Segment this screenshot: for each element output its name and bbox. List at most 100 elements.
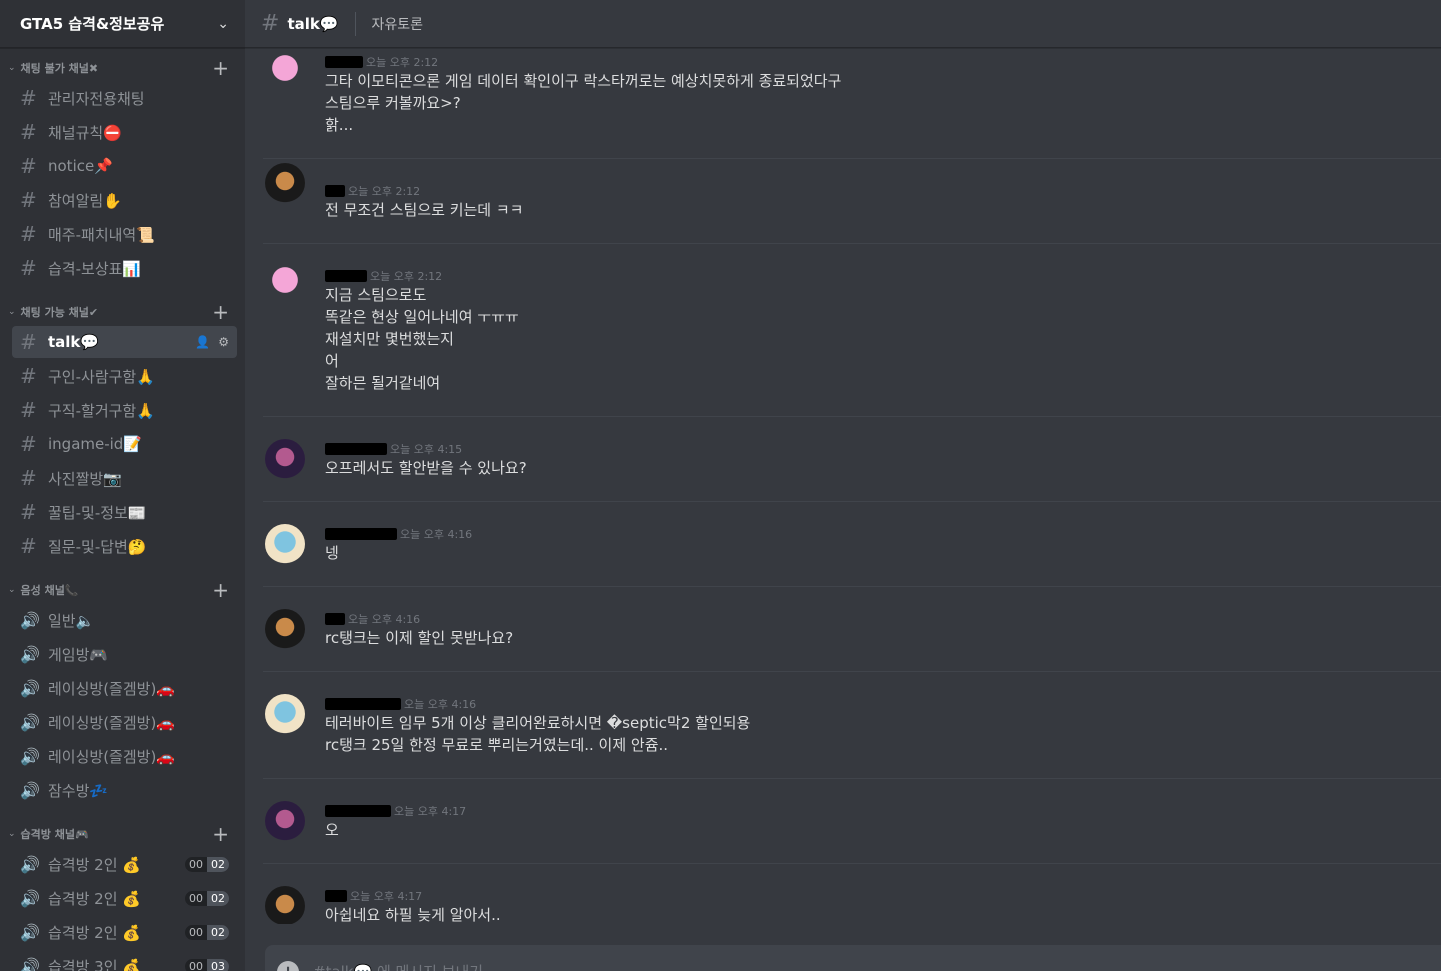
avatar[interactable] bbox=[265, 609, 305, 649]
voice-channel-racing-2[interactable]: 🔊 레이싱방(즐겜방)🚗 bbox=[12, 706, 237, 738]
channel-tips[interactable]: # 꿀팁-및-정보📰 bbox=[12, 496, 237, 528]
message-line: 아쉽네요 하필 늦게 알아서.. bbox=[325, 906, 501, 924]
add-attachment-icon[interactable]: + bbox=[277, 961, 299, 971]
voice-channel-afk[interactable]: 🔊 잠수방💤 bbox=[12, 774, 237, 806]
message-line: 테러바이트 임무 5개 이상 클리어완료하시면 �septic막2 할인되용 bbox=[325, 714, 751, 732]
channel-rules[interactable]: # 채널규칙⛔ bbox=[12, 116, 237, 148]
message-line: 잘하믄 될거같네여 bbox=[325, 374, 441, 392]
message: 오늘 오후 2:12 그타 이모티콘으론 게임 데이터 확인이구 락스타꺼로는 … bbox=[263, 48, 1441, 159]
redacted-username bbox=[325, 613, 345, 625]
voice-channel-game[interactable]: 🔊 게임방🎮 bbox=[12, 638, 237, 670]
category-voice[interactable]: ⌄ 음성 채널📞 + bbox=[0, 578, 245, 602]
avatar[interactable] bbox=[265, 524, 305, 564]
user-limit: 03 bbox=[207, 958, 229, 971]
message-line: 전 무조건 스팀으로 키는데 ㅋㅋ bbox=[325, 201, 524, 219]
channel-title: talk💬 bbox=[287, 14, 339, 33]
voice-channel-heist-2[interactable]: 🔊 습격방 2인 💰 00 02 bbox=[12, 882, 237, 914]
speaker-icon: 🔊 bbox=[20, 746, 40, 766]
category-label: 채팅 가능 채널✔ bbox=[20, 306, 99, 319]
channel-lfg[interactable]: # 구인-사람구함🙏 bbox=[12, 360, 237, 392]
timestamp: 오늘 오후 4:16 bbox=[404, 698, 477, 711]
user-count-badge: 00 02 bbox=[185, 890, 229, 906]
hash-icon: # bbox=[20, 500, 37, 524]
timestamp: 오늘 오후 2:12 bbox=[366, 56, 439, 69]
voice-channel-heist-4[interactable]: 🔊 습격방 3인 💰 00 03 bbox=[12, 950, 237, 971]
user-count-badge: 00 02 bbox=[185, 924, 229, 940]
message: 오늘 오후 2:12 전 무조건 스팀으로 키는데 ㅋㅋ bbox=[263, 159, 1441, 244]
avatar[interactable] bbox=[265, 264, 305, 304]
avatar[interactable] bbox=[265, 886, 305, 924]
category-chat-disabled[interactable]: ⌄ 채팅 불가 채널✖ + bbox=[0, 56, 245, 80]
speaker-icon: 🔊 bbox=[20, 888, 40, 908]
add-channel-icon[interactable]: + bbox=[212, 302, 229, 322]
channel-label: 게임방🎮 bbox=[48, 645, 109, 664]
user-limit: 02 bbox=[207, 924, 229, 940]
avatar[interactable] bbox=[265, 801, 305, 841]
message-input[interactable] bbox=[313, 963, 1013, 971]
speaker-icon: 🔊 bbox=[20, 610, 40, 630]
chevron-down-icon[interactable]: ⌄ bbox=[217, 16, 229, 32]
avatar[interactable] bbox=[265, 163, 305, 203]
hash-icon: # bbox=[20, 364, 37, 388]
invite-user-icon[interactable]: 👤 bbox=[195, 335, 210, 349]
category-heist[interactable]: ⌄ 습격방 채널🎮 + bbox=[0, 822, 245, 846]
channel-label: 매주-패치내역📜 bbox=[48, 225, 155, 244]
user-count: 00 bbox=[185, 958, 207, 971]
chevron-down-icon: ⌄ bbox=[8, 63, 16, 73]
channel-heist-rewards[interactable]: # 습격-보상표📊 bbox=[12, 252, 237, 284]
message-line: 재설치만 몇번했는지 bbox=[325, 330, 454, 348]
avatar[interactable] bbox=[265, 694, 305, 734]
message-composer: + bbox=[265, 945, 1441, 971]
message-line: 오 bbox=[325, 821, 339, 839]
hash-icon: # bbox=[20, 222, 37, 246]
add-channel-icon[interactable]: + bbox=[212, 580, 229, 600]
channel-label: 참여알림✋ bbox=[48, 191, 122, 210]
channel-label: 일반🔈 bbox=[48, 611, 95, 630]
channel-qna[interactable]: # 질문-및-답변🤔 bbox=[12, 530, 237, 562]
channel-label: 레이싱방(즐겜방)🚗 bbox=[48, 679, 175, 698]
channel-sidebar: GTA5 습격&정보공유 ⌄ ⌄ 채팅 불가 채널✖ + # 관리자전용채팅 # 채… bbox=[0, 0, 245, 971]
redacted-username bbox=[325, 528, 397, 540]
voice-channel-heist-3[interactable]: 🔊 습격방 2인 💰 00 02 bbox=[12, 916, 237, 948]
channel-notice[interactable]: # notice📌 bbox=[12, 150, 237, 182]
redacted-username bbox=[325, 698, 401, 710]
message: 오늘 오후 4:16 넹 bbox=[263, 502, 1441, 587]
avatar[interactable] bbox=[265, 52, 305, 92]
voice-channel-racing-3[interactable]: 🔊 레이싱방(즐겜방)🚗 bbox=[12, 740, 237, 772]
voice-channel-racing-1[interactable]: 🔊 레이싱방(즐겜방)🚗 bbox=[12, 672, 237, 704]
hash-icon: # bbox=[20, 188, 37, 212]
redacted-username bbox=[325, 805, 391, 817]
message: 오늘 오후 2:12 지금 스팀으로도 똑같은 현상 일어나네여 ㅜㅠㅠ 재설치… bbox=[263, 244, 1441, 417]
channel-ingame-id[interactable]: # ingame-id📝 bbox=[12, 428, 237, 460]
channel-join-alert[interactable]: # 참여알림✋ bbox=[12, 184, 237, 216]
message-line: rc탱크는 이제 할인 못받나요? bbox=[325, 629, 514, 647]
category-chat-enabled[interactable]: ⌄ 채팅 가능 채널✔ + bbox=[0, 300, 245, 324]
user-count-badge: 00 02 bbox=[185, 856, 229, 872]
user-count: 00 bbox=[185, 856, 207, 872]
hash-icon: # bbox=[261, 11, 280, 36]
timestamp: 오늘 오후 4:15 bbox=[390, 443, 463, 456]
voice-channel-general[interactable]: 🔊 일반🔈 bbox=[12, 604, 237, 636]
message: 오늘 오후 4:16 테러바이트 임무 5개 이상 클리어완료하시면 �sept… bbox=[263, 672, 1441, 779]
channel-lfm[interactable]: # 구직-할거구함🙏 bbox=[12, 394, 237, 426]
timestamp: 오늘 오후 4:17 bbox=[394, 805, 467, 818]
gear-icon[interactable]: ⚙ bbox=[218, 335, 229, 349]
voice-channel-heist-1[interactable]: 🔊 습격방 2인 💰 00 02 bbox=[12, 848, 237, 880]
message-line: 오프레서도 할안받을 수 있나요? bbox=[325, 459, 527, 477]
add-channel-icon[interactable]: + bbox=[212, 824, 229, 844]
message-line: 넹 bbox=[325, 544, 339, 562]
server-header[interactable]: GTA5 습격&정보공유 ⌄ bbox=[0, 0, 245, 48]
channel-patch-notes[interactable]: # 매주-패치내역📜 bbox=[12, 218, 237, 250]
redacted-username bbox=[325, 185, 345, 197]
channel-talk[interactable]: # talk💬 👤 ⚙ bbox=[12, 326, 237, 358]
channel-label: 잠수방💤 bbox=[48, 781, 109, 800]
avatar[interactable] bbox=[265, 439, 305, 479]
channel-admin-chat[interactable]: # 관리자전용채팅 bbox=[12, 82, 237, 114]
add-channel-icon[interactable]: + bbox=[212, 58, 229, 78]
channel-label: 레이싱방(즐겜방)🚗 bbox=[48, 713, 175, 732]
speaker-icon: 🔊 bbox=[20, 780, 40, 800]
message: 오늘 오후 4:15 오프레서도 할안받을 수 있나요? bbox=[263, 417, 1441, 502]
channel-photos[interactable]: # 사진짤방📷 bbox=[12, 462, 237, 494]
server-name: GTA5 습격&정보공유 bbox=[20, 15, 165, 33]
message-list: 오늘 오후 2:12 그타 이모티콘으론 게임 데이터 확인이구 락스타꺼로는 … bbox=[245, 48, 1441, 924]
